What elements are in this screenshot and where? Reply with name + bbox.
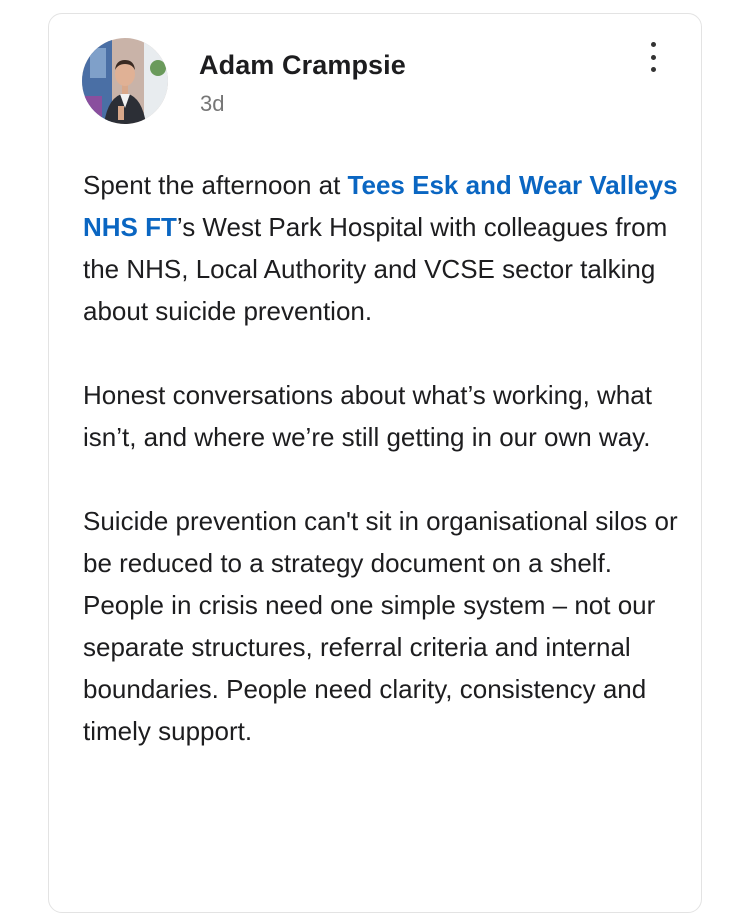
post-body: Spent the afternoon at Tees Esk and Wear… <box>83 164 683 794</box>
avatar[interactable] <box>82 38 168 124</box>
post-paragraph-2: Honest conversations about what’s workin… <box>83 380 652 452</box>
menu-dot <box>650 42 656 47</box>
menu-dot <box>650 67 656 72</box>
avatar-photo <box>82 38 168 124</box>
post-paragraph-3: Suicide prevention can't sit in organisa… <box>83 506 678 746</box>
more-vertical-icon[interactable] <box>641 40 665 74</box>
author-name[interactable]: Adam Crampsie <box>199 50 406 81</box>
menu-dot <box>650 54 656 60</box>
post-card: Adam Crampsie 3d Spent the afternoon at … <box>48 13 702 913</box>
post-timestamp: 3d <box>200 91 225 116</box>
paragraph-1-text-before: Spent the afternoon at <box>83 170 348 200</box>
post-paragraph-1: Spent the afternoon at Tees Esk and Wear… <box>83 164 683 332</box>
